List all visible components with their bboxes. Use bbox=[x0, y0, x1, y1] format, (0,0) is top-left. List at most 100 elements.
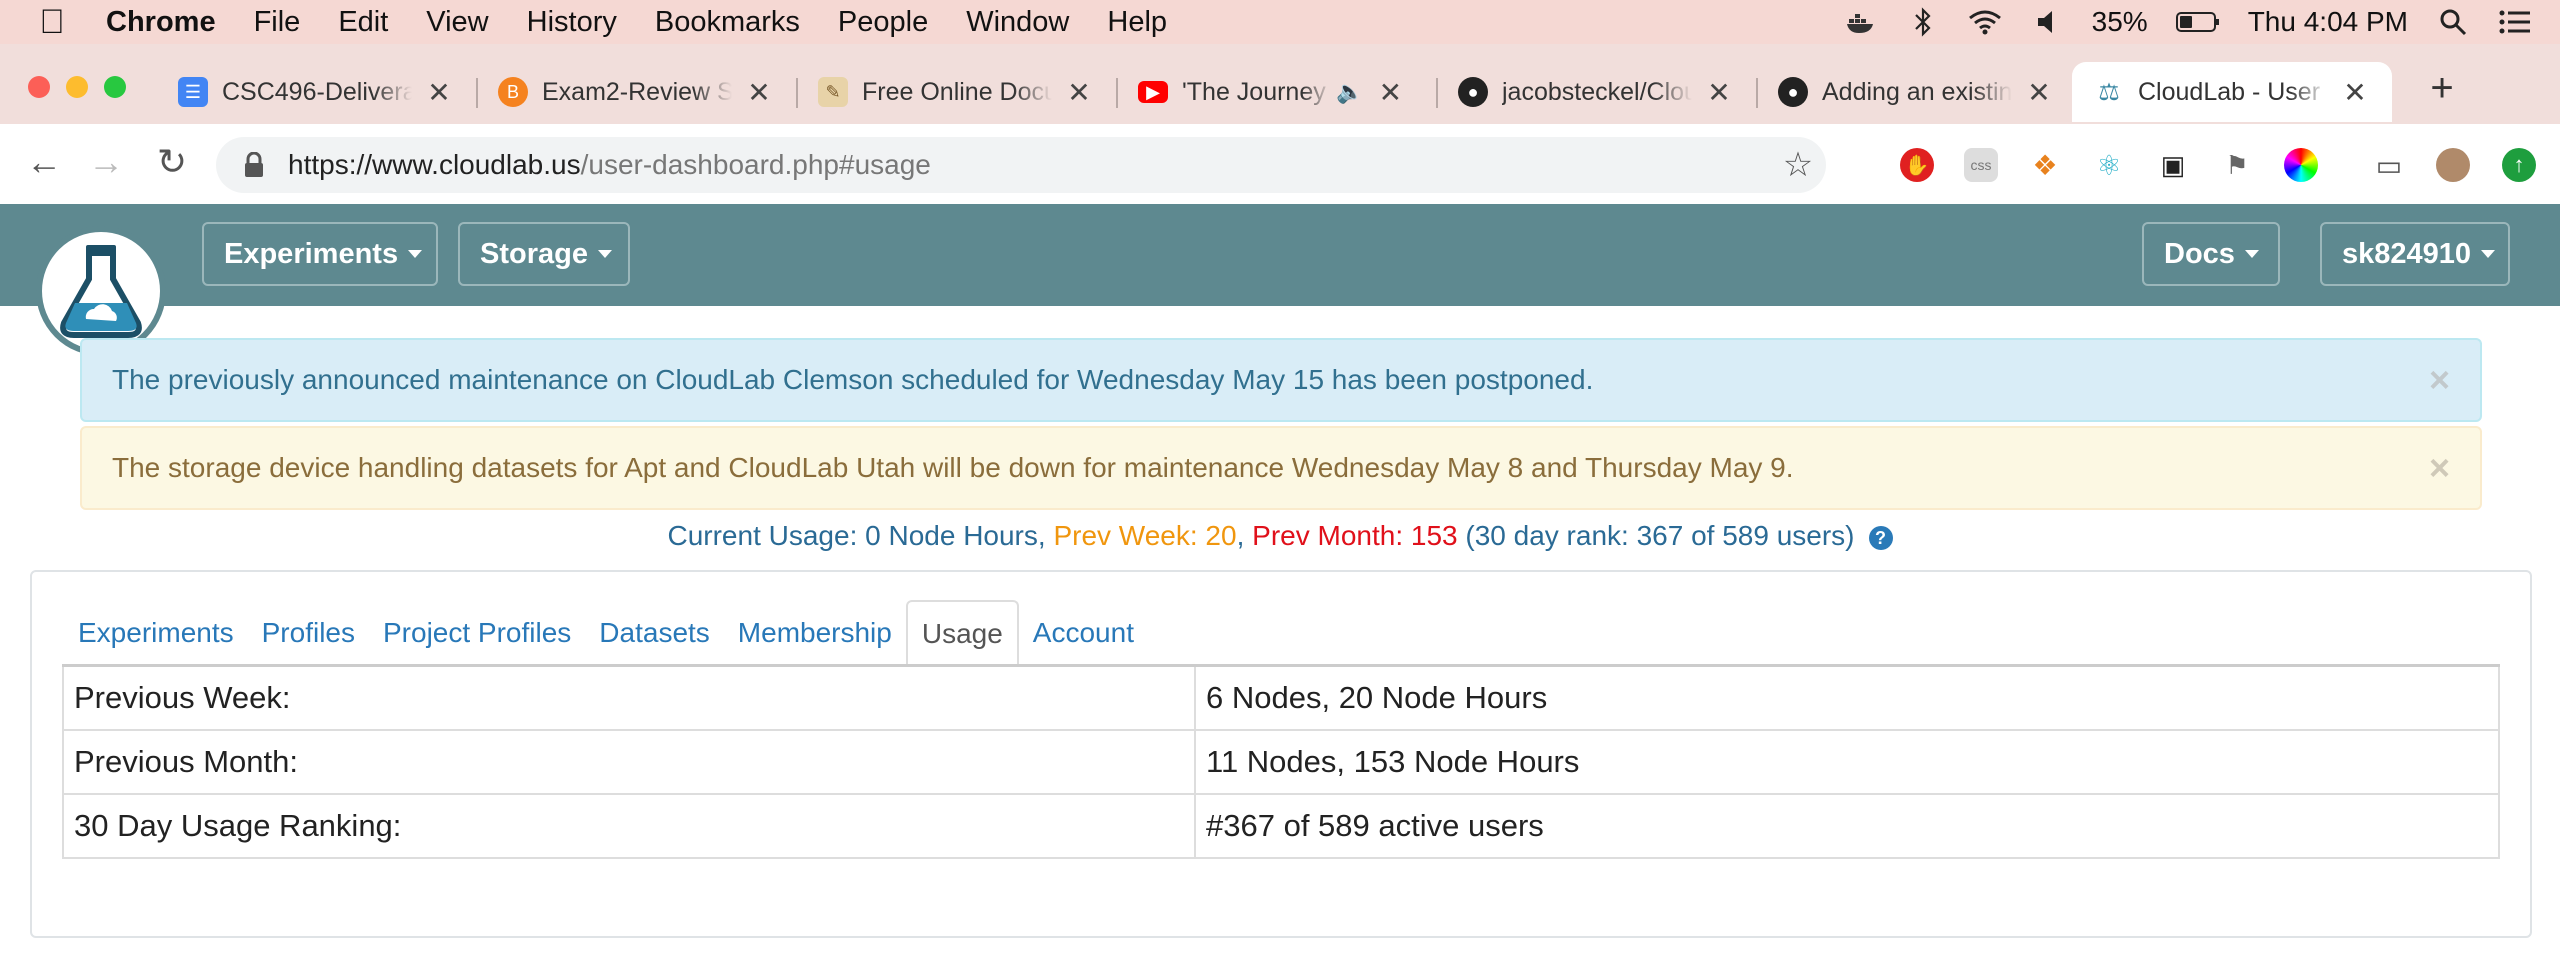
browser-tab-5[interactable]: ● jacobsteckel/Cloud ✕ bbox=[1458, 62, 1748, 122]
update-arrow-icon[interactable]: ↑ bbox=[2502, 148, 2536, 182]
info-alert-text: The previously announced maintenance on … bbox=[112, 364, 1594, 395]
cast-icon[interactable]: ▭ bbox=[2372, 148, 2406, 182]
window-zoom-button[interactable] bbox=[104, 76, 126, 98]
tab-project-profiles[interactable]: Project Profiles bbox=[369, 600, 585, 666]
tab-account[interactable]: Account bbox=[1019, 600, 1148, 666]
url-path: /user-dashboard.php#usage bbox=[580, 149, 931, 180]
tab-title: jacobsteckel/Cloud bbox=[1502, 77, 1692, 106]
caret-down-icon bbox=[597, 250, 612, 258]
tab-experiments[interactable]: Experiments bbox=[64, 600, 248, 666]
table-row: 30 Day Usage Ranking: #367 of 589 active… bbox=[62, 793, 2500, 859]
menu-help[interactable]: Help bbox=[1107, 6, 1167, 39]
volume-icon[interactable] bbox=[2030, 5, 2064, 39]
tab-title: Free Online Document bbox=[862, 77, 1052, 106]
tab-close-icon[interactable]: ✕ bbox=[1706, 76, 1732, 109]
docs-dropdown[interactable]: Docs bbox=[2142, 222, 2280, 286]
window-minimize-button[interactable] bbox=[66, 76, 88, 98]
tab-separator bbox=[1436, 78, 1438, 108]
bookmark-star-icon[interactable]: ☆ bbox=[1780, 146, 1816, 184]
tab-close-icon[interactable]: ✕ bbox=[426, 76, 452, 109]
menu-window[interactable]: Window bbox=[966, 6, 1069, 39]
back-arrow-icon[interactable]: ← bbox=[22, 140, 66, 184]
address-bar[interactable]: https://www.cloudlab.us/user-dashboard.p… bbox=[216, 137, 1826, 193]
b-icon: B bbox=[498, 77, 528, 107]
tab-title: 'The Journey bbox=[1182, 77, 1326, 106]
tab-close-icon[interactable]: ✕ bbox=[2342, 76, 2368, 109]
summary-separator: , bbox=[1236, 520, 1253, 551]
tab-title: Adding an existing bbox=[1822, 77, 2012, 106]
menu-people[interactable]: People bbox=[838, 6, 928, 39]
tab-usage[interactable]: Usage bbox=[905, 600, 1019, 666]
caret-down-icon bbox=[408, 250, 423, 258]
dashboard-tabs: Experiments Profiles Project Profiles Da… bbox=[64, 600, 1148, 666]
battery-percent: 35% bbox=[2091, 6, 2148, 37]
close-icon[interactable]: × bbox=[2429, 359, 2450, 401]
apple-menu-icon[interactable]:  bbox=[38, 3, 66, 41]
browser-tab-2[interactable]: B Exam2-Review Sheet ✕ bbox=[498, 62, 788, 122]
tab-close-icon[interactable]: ✕ bbox=[2026, 76, 2052, 109]
react-extension-icon[interactable]: ⚛ bbox=[2092, 148, 2126, 182]
close-icon[interactable]: × bbox=[2429, 447, 2450, 489]
forward-arrow-icon[interactable]: → bbox=[84, 140, 128, 184]
caret-down-icon bbox=[2244, 250, 2259, 258]
new-tab-button[interactable]: + bbox=[2420, 66, 2464, 110]
tab-membership[interactable]: Membership bbox=[724, 600, 906, 666]
table-row: Previous Week: 6 Nodes, 20 Node Hours bbox=[62, 664, 2500, 731]
prev-week-usage: Prev Week: 20 bbox=[1053, 520, 1237, 551]
docker-icon[interactable] bbox=[1844, 5, 1878, 39]
spotlight-search-icon[interactable] bbox=[2436, 5, 2470, 39]
gimp-extension-icon[interactable]: ⚑ bbox=[2220, 148, 2254, 182]
bluetooth-icon[interactable] bbox=[1906, 5, 1940, 39]
menu-file[interactable]: File bbox=[254, 6, 301, 39]
tab-separator bbox=[796, 78, 798, 108]
menu-app-name[interactable]: Chrome bbox=[106, 6, 216, 39]
tab-close-icon[interactable]: ✕ bbox=[1066, 76, 1092, 109]
menu-history[interactable]: History bbox=[527, 6, 617, 39]
user-dropdown[interactable]: sk824910 bbox=[2320, 222, 2510, 286]
color-picker-extension-icon[interactable] bbox=[2284, 148, 2318, 182]
adblock-extension-icon[interactable]: ✋ bbox=[1900, 148, 1934, 182]
tab-title: CloudLab - User bbox=[2138, 77, 2321, 106]
usage-value: #367 of 589 active users bbox=[1194, 793, 2500, 859]
css-extension-icon[interactable]: css bbox=[1964, 148, 1998, 182]
menu-view[interactable]: View bbox=[426, 6, 488, 39]
tab-datasets[interactable]: Datasets bbox=[585, 600, 724, 666]
cloudlab-logo[interactable] bbox=[36, 226, 166, 356]
experiments-dropdown[interactable]: Experiments bbox=[202, 222, 438, 286]
caret-down-icon bbox=[2481, 250, 2496, 258]
browser-tab-6[interactable]: ● Adding an existing ✕ bbox=[1778, 62, 2068, 122]
browser-tab-4[interactable]: ▶ 'The Journey 🔈 ✕ bbox=[1138, 62, 1428, 122]
username-label: sk824910 bbox=[2342, 237, 2472, 270]
tab-close-icon[interactable]: ✕ bbox=[1377, 76, 1403, 109]
notification-center-icon[interactable] bbox=[2498, 5, 2532, 39]
battery-icon[interactable] bbox=[2175, 5, 2220, 39]
help-icon[interactable]: ? bbox=[1868, 525, 1893, 550]
menu-bookmarks[interactable]: Bookmarks bbox=[655, 6, 800, 39]
clock[interactable]: Thu 4:04 PM bbox=[2248, 6, 2408, 38]
browser-tab-1[interactable]: ☰ CSC496-Deliverable ✕ bbox=[178, 62, 468, 122]
image-download-extension-icon[interactable]: ▣ bbox=[2156, 148, 2190, 182]
window-close-button[interactable] bbox=[28, 76, 50, 98]
wifi-icon[interactable] bbox=[1968, 5, 2002, 39]
github-icon: ● bbox=[1778, 77, 1808, 107]
tab-separator bbox=[1756, 78, 1758, 108]
metamask-extension-icon[interactable]: ❖ bbox=[2028, 148, 2062, 182]
usage-label: 30 Day Usage Ranking: bbox=[62, 793, 1196, 859]
lock-icon[interactable] bbox=[238, 149, 270, 181]
browser-tab-3[interactable]: ✎ Free Online Document ✕ bbox=[818, 62, 1108, 122]
usage-summary: Current Usage: 0 Node Hours, Prev Week: … bbox=[0, 520, 2560, 552]
browser-tab-active[interactable]: ⚖ CloudLab - User ✕ bbox=[2072, 62, 2392, 122]
tab-title: CSC496-Deliverable bbox=[222, 77, 412, 106]
profile-avatar[interactable] bbox=[2436, 148, 2470, 182]
storage-dropdown[interactable]: Storage bbox=[458, 222, 630, 286]
warning-alert: The storage device handling datasets for… bbox=[80, 426, 2482, 510]
tab-profiles[interactable]: Profiles bbox=[248, 600, 369, 666]
usage-value: 6 Nodes, 20 Node Hours bbox=[1194, 664, 2500, 731]
scroll-icon: ✎ bbox=[818, 77, 848, 107]
audio-playing-icon[interactable]: 🔈 bbox=[1336, 79, 1363, 105]
tab-close-icon[interactable]: ✕ bbox=[746, 76, 772, 109]
reload-icon[interactable]: ↻ bbox=[150, 140, 194, 184]
storage-label: Storage bbox=[480, 237, 588, 270]
menu-edit[interactable]: Edit bbox=[338, 6, 388, 39]
usage-rank: (30 day rank: 367 of 589 users) bbox=[1465, 520, 1855, 551]
